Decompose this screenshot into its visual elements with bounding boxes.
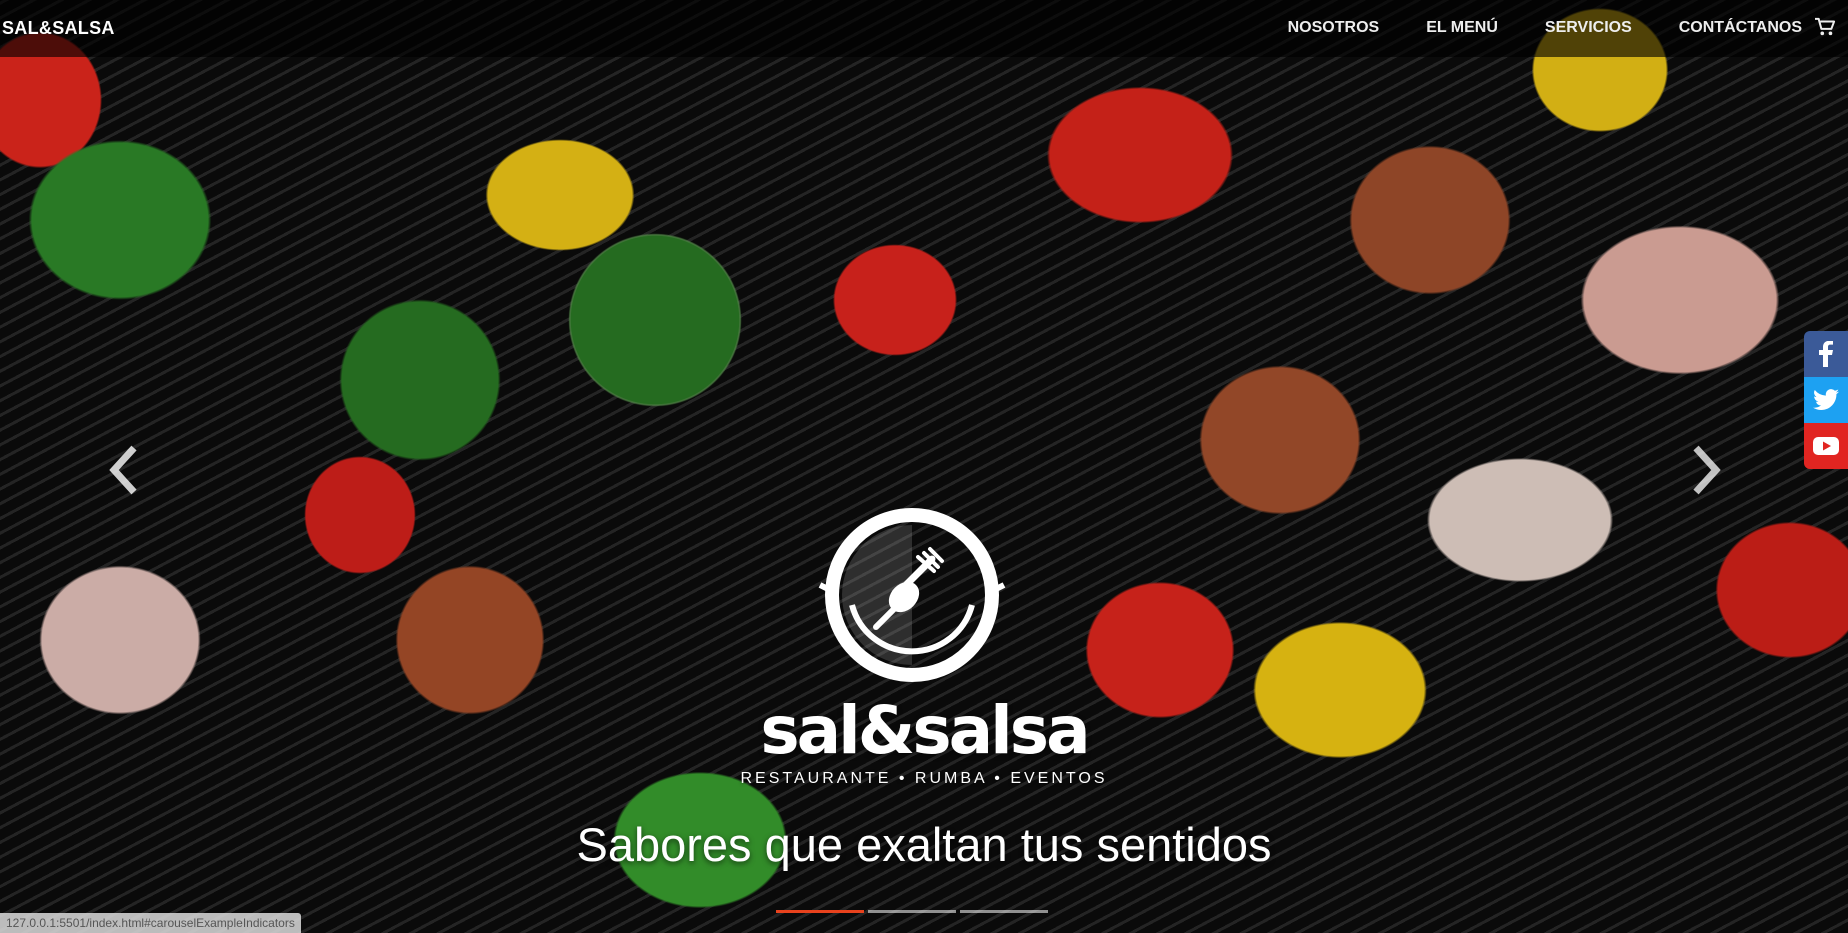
browser-status-url: 127.0.0.1:5501/index.html#carouselExampl…	[0, 913, 301, 933]
restaurant-logo-icon	[818, 508, 1006, 682]
nav-link-menu[interactable]: EL MENÚ	[1426, 19, 1498, 37]
facebook-icon[interactable]	[1804, 331, 1848, 377]
nav-links: NOSOTROS EL MENÚ SERVICIOS CONTÁCTANOS	[1288, 19, 1802, 37]
social-bar	[1804, 331, 1848, 469]
brand-logo-text[interactable]: SAL&SALSA	[2, 18, 115, 39]
carousel-indicator-3[interactable]	[960, 910, 1048, 913]
logo-tagline: RESTAURANTE • RUMBA • EVENTOS	[740, 770, 1108, 787]
youtube-icon[interactable]	[1804, 423, 1848, 469]
carousel-caption: Sabores que exaltan tus sentidos	[576, 818, 1272, 871]
nav-link-servicios[interactable]: SERVICIOS	[1545, 19, 1632, 37]
nav-link-nosotros[interactable]: NOSOTROS	[1288, 19, 1380, 37]
shopping-cart-icon[interactable]	[1814, 17, 1836, 37]
twitter-icon[interactable]	[1804, 377, 1848, 423]
nav-link-contactanos[interactable]: CONTÁCTANOS	[1679, 19, 1802, 37]
carousel-prev-chevron-left-icon[interactable]	[100, 440, 150, 500]
logo-wordmark: sal&salsa	[760, 692, 1090, 769]
hero-background-image	[0, 0, 1848, 933]
navbar: SAL&SALSA NOSOTROS EL MENÚ SERVICIOS CON…	[0, 0, 1848, 57]
carousel-indicators	[776, 910, 1048, 913]
carousel-indicator-2[interactable]	[868, 910, 956, 913]
carousel-indicator-1[interactable]	[776, 910, 864, 913]
carousel-next-chevron-right-icon[interactable]	[1680, 440, 1730, 500]
